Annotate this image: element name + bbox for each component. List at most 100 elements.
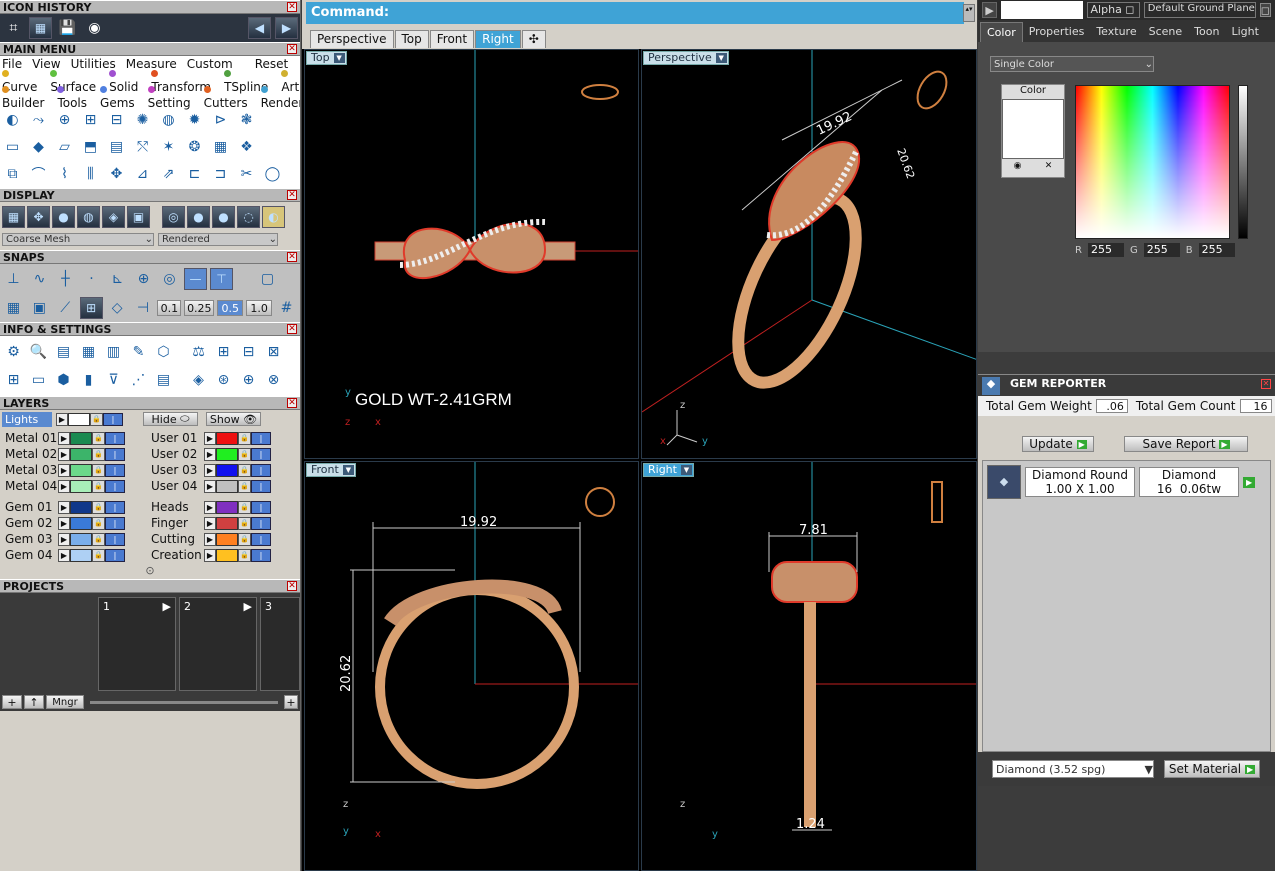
settings-tool-icon[interactable]: ⊞	[212, 341, 235, 363]
command-scroll[interactable]: ▴▾	[963, 4, 975, 22]
layer-name[interactable]: Heads	[148, 500, 204, 515]
layer-arrow-icon[interactable]: ▶	[204, 479, 216, 493]
ground-plane-field[interactable]: Default Ground Plane	[1143, 2, 1256, 18]
visible-icon[interactable]: |	[105, 500, 125, 514]
layer-row[interactable]: Gem 03 ▶ 🔒 |	[2, 531, 148, 547]
alpha-field[interactable]: Alpha ◻	[1086, 2, 1140, 18]
lock-icon[interactable]: 🔒	[238, 532, 251, 546]
tool-icon[interactable]: ❖	[235, 136, 258, 158]
layer-name[interactable]: Gem 01	[2, 500, 58, 515]
layer-row[interactable]: Gem 04 ▶ 🔒 |	[2, 547, 148, 563]
lock-icon[interactable]: 🔒	[238, 516, 251, 530]
visible-icon[interactable]: |	[251, 500, 271, 514]
close-icon[interactable]: ✕	[287, 252, 297, 262]
tool-icon[interactable]: ⤲	[131, 136, 154, 158]
tool-icon[interactable]: ▦	[209, 136, 232, 158]
lock-icon[interactable]: 🔒	[92, 463, 105, 477]
layer-color-swatch[interactable]	[70, 548, 92, 562]
lights-arrow[interactable]: ▶	[56, 412, 68, 426]
mesh-select[interactable]: Coarse Mesh ⌄	[2, 232, 154, 246]
layer-row[interactable]: Metal 01 ▶ 🔒 |	[2, 430, 148, 446]
menu-setting[interactable]: Setting	[147, 82, 201, 110]
tool-icon[interactable]: ⫼	[79, 163, 102, 185]
layer-name[interactable]: User 02	[148, 447, 204, 462]
layer-color-swatch[interactable]	[70, 431, 92, 445]
add-tab-icon[interactable]: ✣	[521, 30, 546, 48]
snap-tangent-icon[interactable]: ⊤	[210, 268, 233, 290]
tool-icon[interactable]: ▱	[53, 136, 76, 158]
settings-tool-icon[interactable]: ⊟	[237, 341, 260, 363]
shaded-sphere-icon[interactable]: ◍	[77, 206, 100, 228]
save-report-button[interactable]: Save Report ▶	[1124, 436, 1248, 452]
lock-icon[interactable]: 🔒	[238, 463, 251, 477]
snap-point-icon[interactable]: ·	[80, 268, 103, 290]
layer-name[interactable]: Gem 04	[2, 548, 58, 563]
layer-arrow-icon[interactable]: ▶	[204, 500, 216, 514]
tab-right[interactable]: Right	[475, 30, 521, 48]
close-icon[interactable]: ✕	[1261, 379, 1271, 389]
lock-icon[interactable]: 🔒	[92, 431, 105, 445]
layer-row[interactable]: Creation ▶ 🔒 |	[148, 547, 296, 563]
visible-icon[interactable]: |	[251, 532, 271, 546]
add-icon[interactable]: +	[284, 695, 298, 709]
layer-row[interactable]: User 02 ▶ 🔒 |	[148, 446, 296, 462]
tab-front[interactable]: Front	[429, 30, 475, 48]
color-picker-gradient[interactable]	[1075, 85, 1230, 239]
menu-tools[interactable]: Tools	[57, 82, 97, 110]
snap-settings-icon[interactable]: ▢	[256, 268, 279, 290]
visible-icon[interactable]: |	[251, 447, 271, 461]
material-1-icon[interactable]: ◎	[162, 206, 185, 228]
material-gold-icon[interactable]: ◐	[262, 206, 285, 228]
layer-arrow-icon[interactable]: ▶	[204, 516, 216, 530]
material-4-icon[interactable]: ◌	[237, 206, 260, 228]
tool-icon[interactable]: ⊟	[105, 109, 128, 131]
layer-row[interactable]: Gem 01 ▶ 🔒 |	[2, 499, 148, 515]
layer-row[interactable]: User 03 ▶ 🔒 |	[148, 462, 296, 478]
tab-toon[interactable]: Toon	[1188, 22, 1225, 42]
tab-perspective[interactable]: Perspective	[310, 30, 394, 48]
lock-icon[interactable]: 🔒	[238, 479, 251, 493]
tool-icon[interactable]: ✺	[131, 109, 154, 131]
close-icon[interactable]: ✕	[287, 581, 297, 591]
settings-tool-icon[interactable]: ✎	[127, 341, 150, 363]
layer-name[interactable]: User 03	[148, 463, 204, 478]
layer-arrow-icon[interactable]: ▶	[58, 532, 70, 546]
tool-icon[interactable]: ⊏	[183, 163, 206, 185]
lock-icon[interactable]: 🔒	[92, 447, 105, 461]
tab-color[interactable]: Color	[980, 21, 1023, 43]
layer-name[interactable]: Metal 02	[2, 447, 58, 462]
tool-icon[interactable]: ◆	[27, 136, 50, 158]
snap-circle-icon[interactable]: ◎	[158, 268, 181, 290]
layer-row[interactable]: User 01 ▶ 🔒 |	[148, 430, 296, 446]
tool-icon[interactable]: ⧉	[1, 163, 24, 185]
layer-color-swatch[interactable]	[70, 532, 92, 546]
history-back-icon[interactable]: ◀	[248, 17, 271, 39]
hash-icon[interactable]: #	[275, 297, 298, 319]
layer-color-swatch[interactable]	[216, 516, 238, 530]
clear-icon[interactable]: ✕	[1045, 161, 1053, 171]
visible-icon[interactable]: |	[105, 431, 125, 445]
layer-row[interactable]: Heads ▶ 🔒 |	[148, 499, 296, 515]
lights-swatch[interactable]	[68, 412, 90, 426]
material-2-icon[interactable]: ●	[187, 206, 210, 228]
project-slot[interactable]: 2 ▶	[179, 597, 257, 691]
lock-icon[interactable]: 🔒	[238, 500, 251, 514]
layer-arrow-icon[interactable]: ▶	[204, 447, 216, 461]
tool-icon[interactable]: ✶	[157, 136, 180, 158]
play-icon[interactable]: ▶	[1243, 476, 1256, 488]
settings-tool-icon[interactable]: ⊕	[237, 369, 260, 391]
settings-tool-icon[interactable]: ⚙	[2, 341, 25, 363]
layers-expander[interactable]: ⊙	[0, 563, 300, 577]
visible-icon[interactable]: |	[105, 447, 125, 461]
snap-cross-icon[interactable]: ┼	[54, 268, 77, 290]
grid-icon[interactable]: ▦	[2, 297, 25, 319]
play-icon[interactable]: ▶	[244, 600, 252, 613]
viewport-top[interactable]: Top ▼ y z x GOLD WT-2.41GRM	[304, 49, 639, 459]
line-snap-icon[interactable]: ⟋	[54, 297, 77, 319]
command-bar[interactable]: Command:	[306, 2, 964, 24]
plane-icon[interactable]: ◇	[106, 297, 129, 319]
layer-color-swatch[interactable]	[216, 447, 238, 461]
tool-icon[interactable]: ⤳	[27, 109, 50, 131]
update-button[interactable]: Update ▶	[1022, 436, 1094, 452]
show-button[interactable]: Show 👁	[206, 412, 261, 426]
